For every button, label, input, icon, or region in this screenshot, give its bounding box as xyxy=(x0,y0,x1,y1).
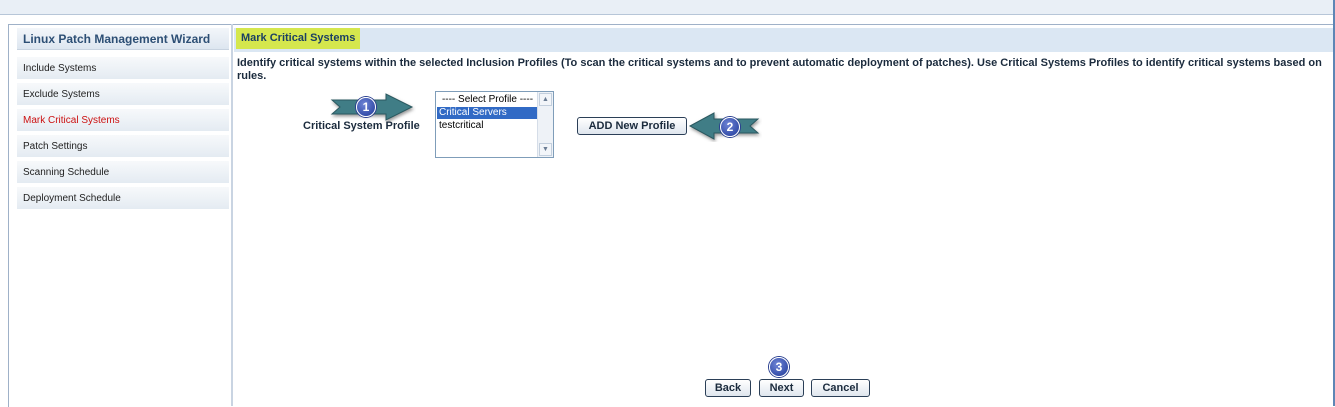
list-item[interactable]: ---- Select Profile ---- xyxy=(437,94,538,106)
sidebar-item-mark-critical-systems[interactable]: Mark Critical Systems xyxy=(17,109,229,132)
step-2-badge: 2 xyxy=(720,117,740,137)
wizard-sidebar: Linux Patch Management Wizard Include Sy… xyxy=(17,28,230,406)
sidebar-item-patch-settings[interactable]: Patch Settings xyxy=(17,135,229,158)
scroll-up-icon[interactable]: ▲ xyxy=(539,93,552,106)
next-button[interactable]: Next xyxy=(759,379,804,397)
sidebar-item-scanning-schedule[interactable]: Scanning Schedule xyxy=(17,161,229,184)
cancel-button[interactable]: Cancel xyxy=(811,379,870,397)
list-item[interactable]: testcritical xyxy=(437,120,538,132)
page-title: Mark Critical Systems xyxy=(236,28,361,49)
sidebar-divider xyxy=(231,24,233,406)
top-bar xyxy=(0,0,1335,15)
critical-system-profile-label: Critical System Profile xyxy=(303,120,420,132)
page-description: Identify critical systems within the sel… xyxy=(237,57,1322,82)
section-header-band xyxy=(234,28,1333,52)
critical-profile-listbox[interactable]: ---- Select Profile ---- Critical Server… xyxy=(435,91,554,158)
scroll-down-icon[interactable]: ▼ xyxy=(539,143,552,156)
back-button[interactable]: Back xyxy=(705,379,751,397)
step-1-badge: 1 xyxy=(356,97,376,117)
sidebar-title: Linux Patch Management Wizard xyxy=(17,28,229,50)
add-new-profile-button[interactable]: ADD New Profile xyxy=(577,117,687,135)
sidebar-item-include-systems[interactable]: Include Systems xyxy=(17,57,229,80)
listbox-scrollbar[interactable]: ▲ ▼ xyxy=(537,92,553,157)
step-3-badge: 3 xyxy=(769,357,789,377)
sidebar-item-exclude-systems[interactable]: Exclude Systems xyxy=(17,83,229,106)
list-item-selected[interactable]: Critical Servers xyxy=(437,107,538,119)
sidebar-item-deployment-schedule[interactable]: Deployment Schedule xyxy=(17,187,229,210)
